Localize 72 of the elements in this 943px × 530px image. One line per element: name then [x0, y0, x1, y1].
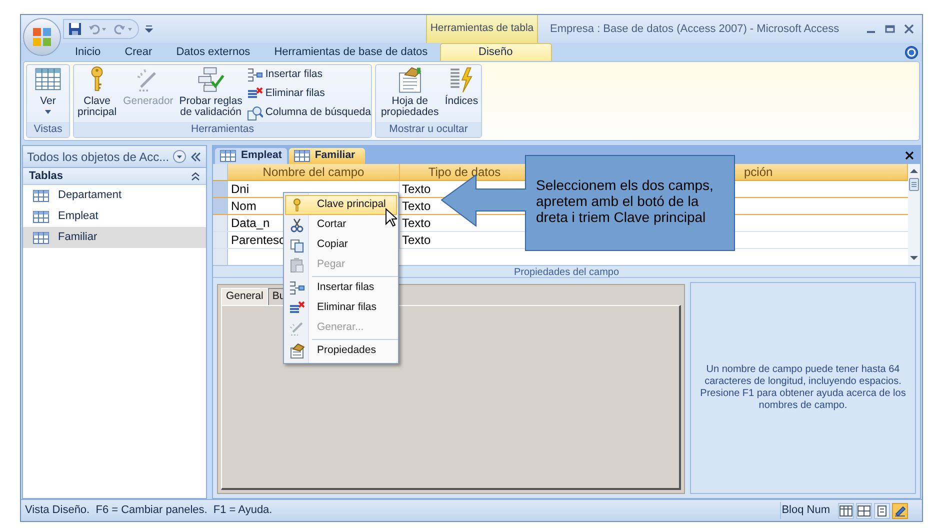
close-icon[interactable] [904, 24, 914, 34]
ribbon-button[interactable]: Hoja de propiedades [378, 66, 442, 118]
menu-item[interactable]: Clave principal [285, 195, 397, 215]
dropdown-icon[interactable] [173, 150, 186, 163]
table-icon [33, 190, 49, 202]
table-icon [220, 150, 236, 162]
callout-text: Seleccionem els dos camps, apretem amb el botó de la dreta i triem Clave principal [536, 177, 714, 225]
insert-rows-icon [289, 280, 305, 296]
collapse-pane-icon[interactable] [190, 152, 202, 162]
section-title: Tablas [29, 168, 64, 184]
vertical-scrollbar[interactable] [908, 164, 920, 265]
property-tab[interactable]: General [221, 288, 268, 305]
view-button[interactable] [874, 502, 890, 518]
save-icon[interactable] [68, 22, 82, 36]
ribbon-button[interactable]: Clave principal [74, 66, 120, 118]
copy-icon [289, 237, 305, 253]
table-icon [33, 210, 49, 222]
properties-icon [289, 343, 305, 359]
group-label: Mostrar u ocultar [376, 122, 481, 137]
group-label: Vistas [27, 122, 69, 137]
table-icon [33, 232, 49, 244]
lookup-column-icon [247, 105, 264, 121]
datasheet-view-icon [839, 504, 853, 518]
help-text: Un nombre de campo puede tener hasta 64 caracteres de longitud, incluyendo espacios. Presione F1 para obtener ayuda acerca de los nombres de campo. [699, 364, 907, 412]
ribbon-button[interactable]: Columna de búsqueda [247, 105, 371, 121]
column-header[interactable]: pción [744, 164, 773, 180]
page-view-icon [875, 504, 889, 518]
ribbon-tab[interactable]: Diseño [440, 43, 552, 61]
view-button[interactable] [838, 502, 854, 518]
design-view-icon [893, 504, 907, 518]
ribbon-button[interactable]: Probar reglas de validación [176, 66, 246, 118]
document-tab[interactable]: Empleat [215, 148, 287, 164]
ribbon-tab[interactable]: Crear [112, 43, 164, 61]
lightning-list-icon [448, 66, 476, 94]
table-icon [294, 150, 310, 162]
view-button[interactable] [856, 502, 872, 518]
navigation-item[interactable]: Departament [23, 185, 206, 206]
group-label: Herramientas [74, 122, 371, 137]
navigation-header[interactable]: Todos los objetos de Acc... [23, 146, 206, 168]
maximize-icon[interactable] [885, 24, 895, 34]
delete-rows-icon [289, 300, 305, 316]
context-tab-group: Herramientas de tabla [426, 15, 538, 43]
pivot-view-icon [857, 504, 871, 518]
document-tab[interactable]: Familiar [288, 148, 366, 164]
customize-toolbar-icon[interactable] [145, 24, 153, 34]
status-indicator: Bloq Num [781, 503, 831, 518]
column-header[interactable]: Tipo de datos [428, 164, 501, 180]
scissors-icon [289, 217, 305, 233]
window-title: Empresa : Base de datos (Access 2007) - Microsoft Access [549, 22, 840, 37]
navigation-title: Todos los objetos de Acc... [27, 148, 170, 166]
ribbon-button[interactable]: Insertar filas [247, 67, 371, 83]
navigation-item[interactable]: Empleat [23, 206, 206, 227]
menu-item[interactable]: Propiedades [285, 341, 397, 361]
ribbon-tab[interactable]: Herramientas de base de datos [262, 43, 440, 61]
ribbon-tab[interactable]: Inicio [63, 43, 113, 61]
section-header[interactable]: Tablas [23, 168, 206, 185]
ribbon-button[interactable]: Ver [33, 66, 63, 114]
wand-icon [289, 320, 305, 336]
ribbon-button[interactable]: Índices [444, 66, 480, 107]
four-squares-logo-icon [32, 27, 52, 47]
flowchart-check-icon [196, 66, 225, 94]
help-icon[interactable] [905, 46, 918, 58]
ribbon-button[interactable]: Eliminar filas [247, 86, 371, 102]
status-text: Vista Diseño. F6 = Cambiar paneles. F1 = Ayuda. [21, 502, 781, 519]
view-button[interactable] [892, 502, 908, 518]
clipboard-icon [289, 257, 305, 273]
insert-rows-icon [247, 67, 264, 83]
close-document-icon[interactable] [905, 150, 914, 160]
navigation-item[interactable]: Familiar [23, 227, 206, 248]
column-header[interactable]: Nombre del campo [262, 164, 364, 180]
collapse-section-icon[interactable] [191, 172, 200, 180]
ribbon-tab[interactable]: Datos externos [164, 43, 262, 61]
